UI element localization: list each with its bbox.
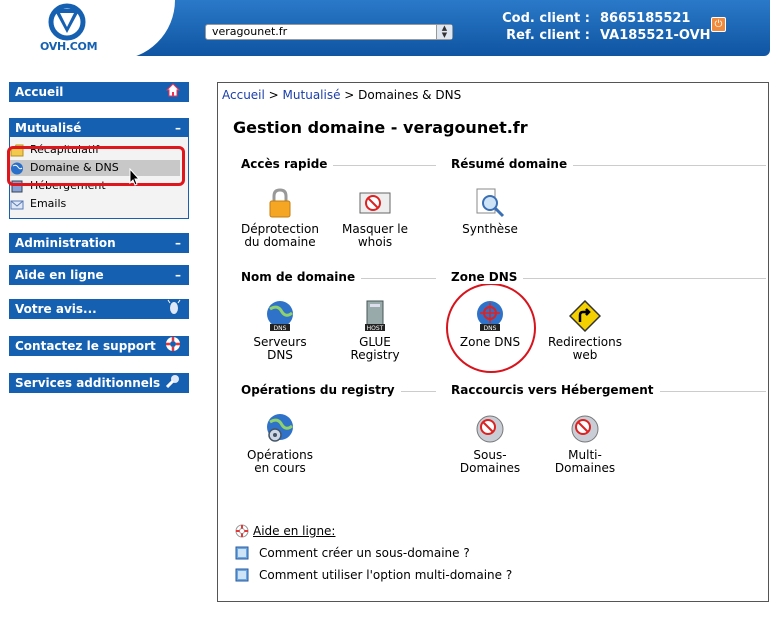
tile-operations-en-cours[interactable]: Opérations en cours xyxy=(235,413,325,475)
gear-globe-icon xyxy=(264,413,296,445)
client-ref-value: VA185521-OVH xyxy=(600,28,711,43)
tile-serveurs-line2: DNS xyxy=(267,348,293,362)
sidebar-aide-label: Aide en ligne xyxy=(15,268,104,282)
blocked-globe-icon xyxy=(474,413,506,445)
tile-deprotection-line2: du domaine xyxy=(244,235,316,249)
power-icon[interactable]: ⏻ xyxy=(711,17,726,32)
section-resume-title: Résumé domaine xyxy=(451,157,574,171)
help-question-1[interactable]: Comment créer un sous-domaine ? xyxy=(235,546,470,560)
highlight-circle xyxy=(446,283,536,373)
dns-globe-icon: DNS xyxy=(264,300,296,332)
lock-icon xyxy=(264,187,296,219)
client-code-value: 8665185521 xyxy=(600,11,691,26)
magnifier-icon xyxy=(474,187,506,219)
sidebar-item-accueil[interactable]: Accueil xyxy=(9,82,189,102)
tile-glue-registry[interactable]: HOST GLUE Registry xyxy=(330,300,420,362)
section-raccourcis-title: Raccourcis vers Hébergement xyxy=(451,383,660,397)
tile-redirections[interactable]: Redirections web xyxy=(540,299,630,362)
tile-multi-line2: Domaines xyxy=(554,461,616,475)
section-zone-dns: Zone DNS xyxy=(451,270,766,286)
document-icon xyxy=(235,568,249,582)
tile-deprotection[interactable]: Déprotection du domaine xyxy=(235,187,325,249)
breadcrumb-separator: > xyxy=(340,88,359,102)
sidebar-services-label: Services additionnels xyxy=(15,376,161,390)
sidebar-mutualise-label: Mutualisé xyxy=(15,121,82,135)
collapse-icon[interactable]: – xyxy=(175,233,181,253)
section-operations-title: Opérations du registry xyxy=(241,383,401,397)
section-operations: Opérations du registry xyxy=(241,383,436,399)
redirect-sign-icon xyxy=(568,299,602,333)
section-nom-domaine: Nom de domaine xyxy=(241,270,436,286)
lifebuoy-icon xyxy=(235,524,249,538)
logo-text: OVH.COM xyxy=(40,40,98,53)
svg-text:HOST: HOST xyxy=(367,325,384,332)
tile-sous-domaines[interactable]: Sous- Domaines xyxy=(445,413,535,475)
sidebar-item-mutualise[interactable]: Mutualisé – xyxy=(9,118,189,138)
tile-serveurs-dns[interactable]: DNS Serveurs DNS xyxy=(235,300,325,362)
section-zone-dns-title: Zone DNS xyxy=(451,270,524,284)
blocked-globe-icon xyxy=(569,413,601,445)
main-content: Accueil > Mutualisé > Domaines & DNS Ges… xyxy=(217,82,769,602)
client-code-label: Cod. client : xyxy=(502,11,590,26)
cursor-icon xyxy=(129,168,141,186)
svg-text:DNS: DNS xyxy=(274,325,287,332)
help-title-link[interactable]: Aide en ligne: xyxy=(253,524,335,538)
domain-select-value: veragounet.fr xyxy=(212,25,288,38)
tile-synthese-label: Synthèse xyxy=(462,222,518,236)
tile-masquer-line2: whois xyxy=(357,235,393,249)
home-icon xyxy=(165,82,181,104)
section-resume: Résumé domaine xyxy=(451,157,766,173)
breadcrumb-separator: > xyxy=(264,88,283,102)
envelope-icon xyxy=(10,198,24,211)
breadcrumb-current: Domaines & DNS xyxy=(358,88,462,102)
tile-sous-line2: Domaines xyxy=(459,461,521,475)
tile-redirections-line2: web xyxy=(572,348,598,362)
select-arrows-icon: ▲ ▼ xyxy=(436,25,452,39)
sidebar-item-administration[interactable]: Administration – xyxy=(9,233,189,253)
tile-glue-line2: Registry xyxy=(350,348,400,362)
lifebuoy-icon xyxy=(165,336,181,358)
sidebar-administration-label: Administration xyxy=(15,236,116,250)
ovh-logo-icon[interactable] xyxy=(44,3,90,41)
help-question-1-text[interactable]: Comment créer un sous-domaine ? xyxy=(259,546,470,560)
collapse-icon[interactable]: – xyxy=(175,118,181,138)
sidebar-item-avis[interactable]: Votre avis... xyxy=(9,299,189,319)
help-question-2-text[interactable]: Comment utiliser l'option multi-domaine … xyxy=(259,568,512,582)
sidebar-item-emails[interactable]: Emails xyxy=(10,196,66,212)
sidebar-item-services[interactable]: Services additionnels xyxy=(9,373,189,393)
sidebar-avis-label: Votre avis... xyxy=(15,302,97,316)
sidebar-item-support[interactable]: Contactez le support xyxy=(9,336,189,356)
tile-multi-domaines[interactable]: Multi- Domaines xyxy=(540,413,630,475)
tile-masquer-whois[interactable]: Masquer le whois xyxy=(330,187,420,249)
sidebar-emails-label: Emails xyxy=(30,197,67,210)
highlight-box xyxy=(7,146,185,186)
document-icon xyxy=(235,546,249,560)
section-raccourcis: Raccourcis vers Hébergement xyxy=(451,383,766,399)
feedback-icon xyxy=(167,299,181,321)
services-icon xyxy=(165,373,181,395)
page-title: Gestion domaine - veragounet.fr xyxy=(233,118,528,137)
domain-select[interactable]: veragounet.fr ▲ ▼ xyxy=(205,24,453,40)
hidden-id-icon xyxy=(359,187,391,219)
client-info: Cod. client : 8665185521 Ref. client : V… xyxy=(500,10,711,44)
section-nom-domaine-title: Nom de domaine xyxy=(241,270,362,284)
collapse-icon[interactable]: – xyxy=(175,265,181,285)
sidebar-item-aide[interactable]: Aide en ligne – xyxy=(9,265,189,285)
sidebar-support-label: Contactez le support xyxy=(15,339,156,353)
section-acces-rapide-title: Accès rapide xyxy=(241,157,334,171)
host-server-icon: HOST xyxy=(359,300,391,332)
tile-operations-line2: en cours xyxy=(254,461,306,475)
breadcrumb-accueil[interactable]: Accueil xyxy=(222,88,265,102)
breadcrumb-mutualise[interactable]: Mutualisé xyxy=(283,88,341,102)
help-title-row[interactable]: Aide en ligne: xyxy=(235,524,335,538)
client-ref-label: Ref. client : xyxy=(506,28,590,43)
section-acces-rapide: Accès rapide xyxy=(241,157,436,173)
help-question-2[interactable]: Comment utiliser l'option multi-domaine … xyxy=(235,568,512,582)
sidebar-accueil-label: Accueil xyxy=(15,85,64,99)
tile-synthese[interactable]: Synthèse xyxy=(445,187,535,236)
breadcrumb: Accueil > Mutualisé > Domaines & DNS xyxy=(222,88,461,102)
